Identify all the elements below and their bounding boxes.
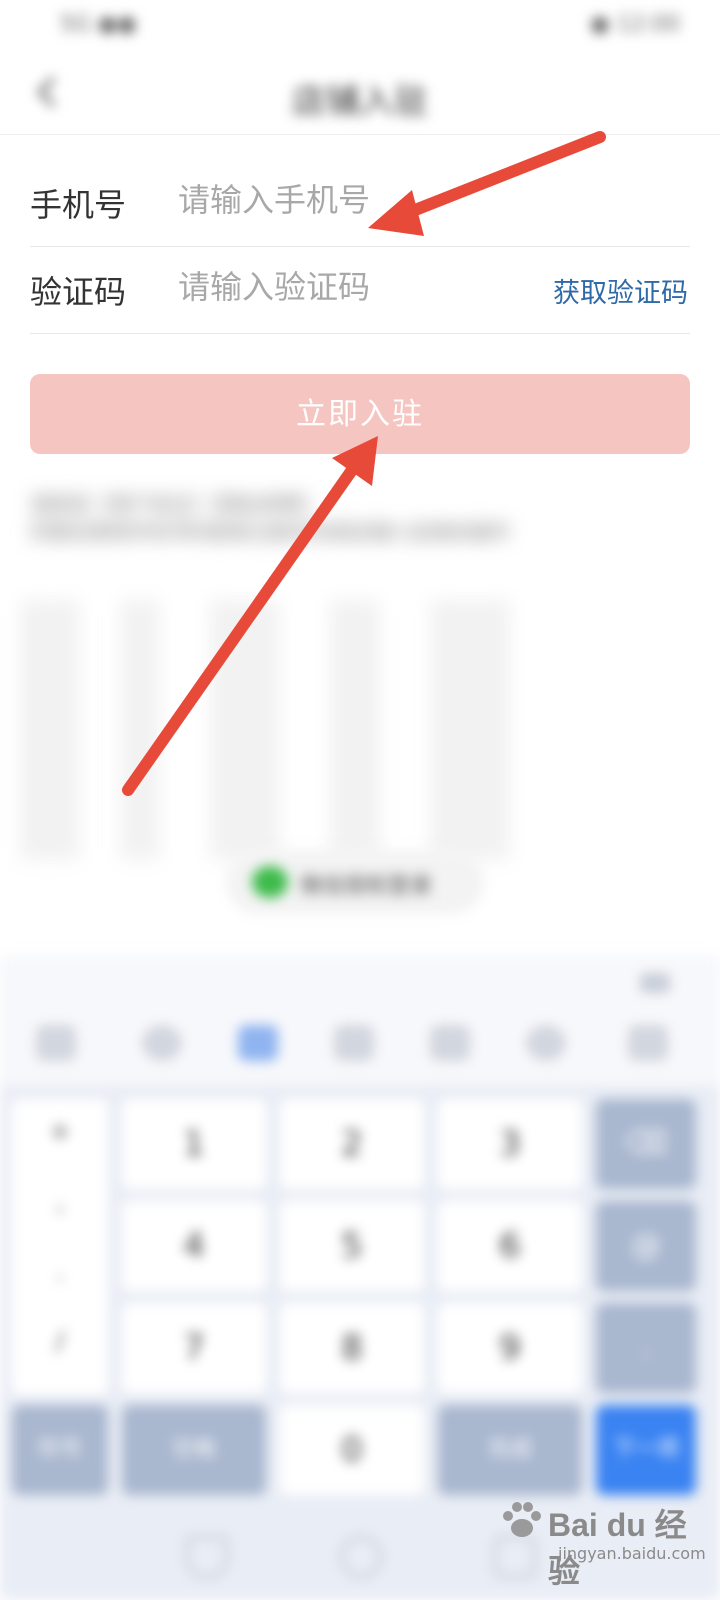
key-6[interactable]: 6 <box>438 1201 582 1291</box>
done-key[interactable]: 完成 <box>438 1405 582 1495</box>
watermark-url: jingyan.baidu.com <box>558 1544 706 1563</box>
home-nav-icon[interactable] <box>340 1536 382 1578</box>
signal-indicator: 5G ●● <box>60 12 137 37</box>
background-decoration <box>0 600 560 880</box>
code-row: 验证码 获取验证码 <box>30 245 690 334</box>
agreement-text: 请阅读《用户协议》《隐私政策》 同意后使用手机号码登录注册并完成店铺入驻相关操作 <box>30 490 630 546</box>
collapse-keyboard-icon[interactable] <box>640 973 670 993</box>
symbol-key[interactable]: , <box>12 1187 108 1217</box>
key-4[interactable]: 4 <box>122 1201 266 1291</box>
phone-input[interactable] <box>178 172 508 228</box>
key-1[interactable]: 1 <box>122 1099 266 1189</box>
phone-row: 手机号 <box>30 158 690 247</box>
nav-bar: 店铺入驻 <box>0 50 720 135</box>
key-2[interactable]: 2 <box>280 1099 424 1189</box>
key-3[interactable]: 3 <box>438 1099 582 1189</box>
key-5[interactable]: 5 <box>280 1201 424 1291</box>
get-code-button[interactable]: 获取验证码 <box>553 271 688 310</box>
submit-button[interactable]: 立即入驻 <box>30 374 690 454</box>
delete-key[interactable]: ⌫ <box>596 1099 696 1189</box>
wechat-label: 微信授权登录 <box>300 874 433 899</box>
watermark: Bai du 经验 jingyan.baidu.com <box>498 1490 706 1589</box>
symbol-key[interactable]: / <box>12 1327 108 1357</box>
paw-icon <box>503 1502 541 1537</box>
keyboard-toolbar <box>0 955 720 1085</box>
agreement-line-2: 同意后使用手机号码登录注册并完成店铺入驻相关操作 <box>30 520 510 544</box>
clock-battery: ● 12:00 <box>590 12 680 37</box>
search-icon[interactable] <box>526 1025 566 1061</box>
symbol-key[interactable]: + <box>12 1117 108 1147</box>
clipboard-icon[interactable] <box>430 1025 470 1061</box>
next-key[interactable]: 下一项 <box>596 1405 696 1495</box>
space-key[interactable]: 空格 <box>122 1405 266 1495</box>
symbol-column[interactable]: + , . / <box>12 1099 108 1395</box>
page-title: 店铺入驻 <box>292 82 428 122</box>
key-9[interactable]: 9 <box>438 1303 582 1393</box>
wechat-login-button[interactable]: 微信授权登录 <box>226 850 484 914</box>
key-7[interactable]: 7 <box>122 1303 266 1393</box>
dot-key[interactable]: . <box>596 1303 696 1393</box>
keyboard-tool-icon[interactable] <box>36 1025 76 1061</box>
status-bar: 5G ●● ● 12:00 <box>0 0 720 50</box>
symbol-switch-key[interactable]: 符号 <box>12 1405 108 1495</box>
code-input[interactable] <box>178 259 508 315</box>
symbol-key[interactable]: . <box>12 1257 108 1287</box>
back-nav-icon[interactable] <box>186 1536 228 1578</box>
phone-label: 手机号 <box>30 186 127 224</box>
at-key[interactable]: @ <box>596 1201 696 1291</box>
voice-icon[interactable] <box>238 1025 278 1061</box>
agreement-line-1: 请阅读《用户协议》《隐私政策》 <box>30 492 320 516</box>
key-0[interactable]: 0 <box>280 1405 424 1495</box>
code-label: 验证码 <box>30 273 127 311</box>
wechat-icon <box>252 866 288 898</box>
settings-icon[interactable] <box>628 1025 668 1061</box>
emoji-icon[interactable] <box>142 1025 182 1061</box>
grid-icon[interactable] <box>334 1025 374 1061</box>
key-8[interactable]: 8 <box>280 1303 424 1393</box>
